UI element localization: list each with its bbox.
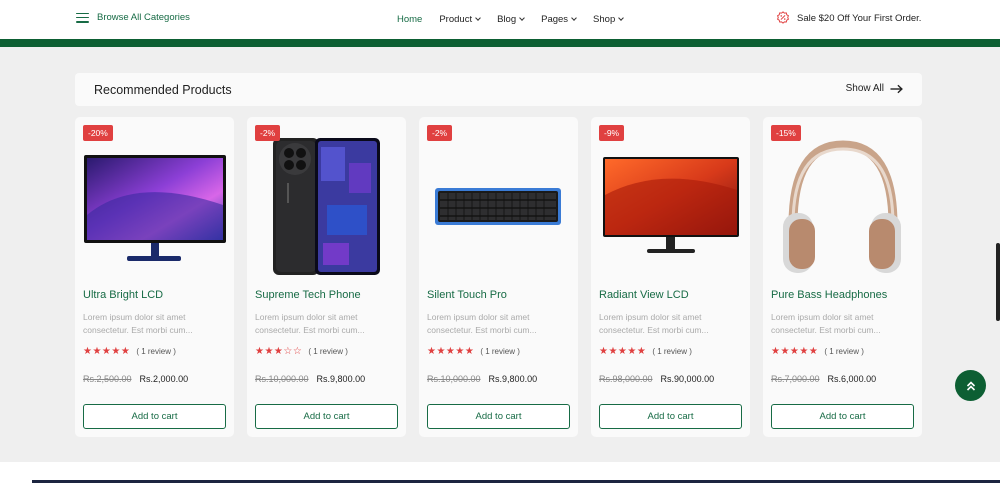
star-rating-icon: ★★★★★ [771,346,819,357]
add-to-cart-button[interactable]: Add to cart [427,404,570,429]
menu-icon [76,12,89,23]
product-description: Lorem ipsum dolor sit amet consectetur. … [427,312,537,335]
price-block: Rs.10,000.00 Rs.9,800.00 [427,374,537,384]
chevron-down-icon [571,15,577,21]
original-price: Rs.7,000.00 [771,374,820,384]
headphones-image [783,140,901,273]
review-count: ( 1 review ) [136,347,176,356]
show-all-label: Show All [845,83,884,94]
monitor-image [84,155,226,261]
chevron-down-icon [519,15,525,21]
product-name[interactable]: Supreme Tech Phone [255,289,361,301]
price-block: Rs.10,000.00 Rs.9,800.00 [255,374,365,384]
product-description: Lorem ipsum dolor sit amet consectetur. … [771,312,881,335]
review-count: ( 1 review ) [480,347,520,356]
price-block: Rs.98,000.00 Rs.90,000.00 [599,374,714,384]
add-to-cart-button[interactable]: Add to cart [255,404,398,429]
sale-price: Rs.9,800.00 [488,374,538,384]
chevron-down-icon [618,15,625,21]
chevron-down-icon [475,15,481,21]
page-scrollbar[interactable] [996,243,1000,321]
product-name[interactable]: Radiant View LCD [599,289,689,301]
phone-image [273,138,380,275]
product-rating: ★★★★★ ( 1 review ) [771,346,864,357]
original-price: Rs.10,000.00 [255,374,309,384]
product-name[interactable]: Silent Touch Pro [427,289,507,301]
product-name[interactable]: Pure Bass Headphones [771,289,887,301]
review-count: ( 1 review ) [652,347,692,356]
star-rating-icon: ★★★★★ [599,346,647,357]
star-rating-icon: ★★★☆☆ [255,346,303,357]
menu-item-label: Pages [541,14,569,25]
price-block: Rs.2,500.00 Rs.2,000.00 [83,374,188,384]
monitor-image [603,157,739,253]
keyboard-image [435,188,561,225]
original-price: Rs.2,500.00 [83,374,132,384]
star-rating-icon: ★★★★★ [83,346,131,357]
product-card[interactable]: -20% Ultra Bright LCD Lorem ipsum dolor … [75,117,234,437]
arrow-right-icon [890,84,903,93]
product-card[interactable]: -9% Radiant View LCD Lorem ipsum dolor s… [591,117,750,437]
price-block: Rs.7,000.00 Rs.6,000.00 [771,374,876,384]
header-accent-bar [0,39,1000,47]
sale-price: Rs.9,800.00 [316,374,366,384]
top-navbar: Browse All Categories Home Product Blog … [0,0,1000,39]
discount-badge-icon [776,11,790,24]
product-rating: ★★★★★ ( 1 review ) [83,346,176,357]
main-menu: Home Product Blog Pages Shop [397,14,625,25]
product-name[interactable]: Ultra Bright LCD [83,289,163,301]
recommended-header: Recommended Products Show All [75,73,922,106]
sale-price: Rs.90,000.00 [660,374,715,384]
section-title: Recommended Products [94,83,232,97]
menu-item-label: Home [397,14,423,25]
product-rating: ★★★☆☆ ( 1 review ) [255,346,348,357]
original-price: Rs.98,000.00 [599,374,653,384]
menu-item-label: Product [439,14,473,25]
product-description: Lorem ipsum dolor sit amet consectetur. … [599,312,709,335]
add-to-cart-button[interactable]: Add to cart [771,404,914,429]
menu-item-home[interactable]: Home [397,14,422,25]
scroll-to-top-button[interactable] [955,370,986,401]
product-description: Lorem ipsum dolor sit amet consectetur. … [83,312,193,335]
product-card[interactable]: -15% Pure Bass Headphones Lorem ipsum do… [763,117,922,437]
promo-text: Sale $20 Off Your First Order. [797,12,922,24]
sale-price: Rs.6,000.00 [827,374,877,384]
browse-categories-label: Browse All Categories [97,12,190,23]
add-to-cart-button[interactable]: Add to cart [83,404,226,429]
product-card[interactable]: -2% Supreme Tech Phone Lorem ipsum dolor… [247,117,406,437]
show-all-link[interactable]: Show All [846,83,903,94]
menu-item-label: Shop [593,14,616,25]
menu-item-blog[interactable]: Blog [497,14,525,25]
browse-categories-button[interactable]: Browse All Categories [76,12,190,23]
menu-item-shop[interactable]: Shop [593,14,625,25]
review-count: ( 1 review ) [308,347,348,356]
star-rating-icon: ★★★★★ [427,346,475,357]
product-rating: ★★★★★ ( 1 review ) [599,346,692,357]
product-description: Lorem ipsum dolor sit amet consectetur. … [255,312,365,335]
menu-item-pages[interactable]: Pages [541,14,577,25]
add-to-cart-button[interactable]: Add to cart [599,404,742,429]
double-chevron-up-icon [966,380,975,391]
product-rating: ★★★★★ ( 1 review ) [427,346,520,357]
product-card[interactable]: -2% Silent Touch Pro Lorem ipsum dolor s… [419,117,578,437]
discount-badge: -2% [255,125,281,141]
sale-price: Rs.2,000.00 [139,374,189,384]
menu-item-label: Blog [497,14,517,25]
review-count: ( 1 review ) [824,347,864,356]
promo-banner: Sale $20 Off Your First Order. [776,11,921,25]
original-price: Rs.10,000.00 [427,374,481,384]
menu-item-product[interactable]: Product [439,14,481,25]
